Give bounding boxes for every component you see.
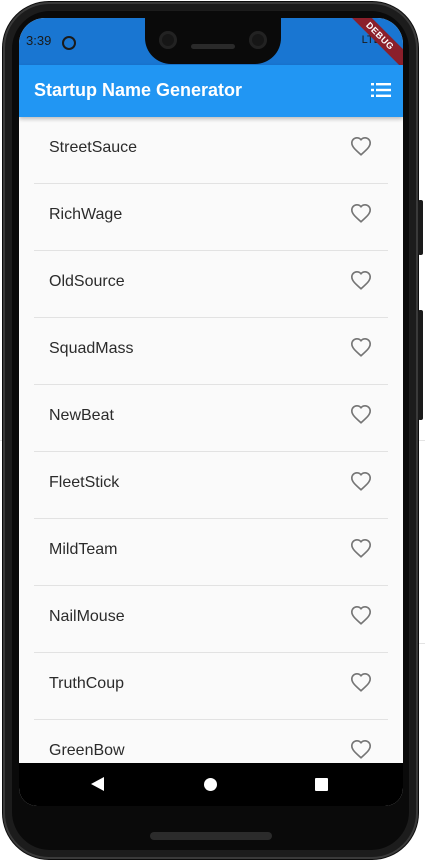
- heart-outline-icon[interactable]: [350, 203, 372, 225]
- name-list: StreetSauce RichWage OldSource SquadMass…: [19, 117, 403, 786]
- list-item-label: TruthCoup: [49, 675, 124, 692]
- list-item[interactable]: NewBeat: [19, 385, 403, 451]
- front-camera-icon: [249, 31, 267, 49]
- list-item[interactable]: FleetStick: [19, 452, 403, 518]
- volume-button: [418, 310, 423, 420]
- device-screen: 3:39 LTE DEBUG Startup Name Generator St…: [19, 18, 403, 806]
- list-item-label: MildTeam: [49, 541, 118, 558]
- page-line: [418, 643, 425, 644]
- heart-outline-icon[interactable]: [350, 136, 372, 158]
- heart-outline-icon[interactable]: [350, 672, 372, 694]
- heart-outline-icon[interactable]: [350, 538, 372, 560]
- app-bar: Startup Name Generator: [19, 65, 403, 117]
- list-item[interactable]: NailMouse: [19, 586, 403, 652]
- list-item[interactable]: StreetSauce: [19, 117, 403, 183]
- home-icon[interactable]: [204, 778, 217, 791]
- data-saver-icon: [62, 36, 76, 50]
- heart-outline-icon[interactable]: [350, 739, 372, 761]
- list-item[interactable]: OldSource: [19, 251, 403, 317]
- list-item-label: RichWage: [49, 206, 123, 223]
- list-item-label: NewBeat: [49, 407, 114, 424]
- front-camera-icon: [159, 31, 177, 49]
- camera-notch: [145, 18, 281, 64]
- list-item-label: OldSource: [49, 273, 125, 290]
- list-item-label: FleetStick: [49, 474, 120, 491]
- page-title: Startup Name Generator: [34, 80, 243, 100]
- heart-outline-icon[interactable]: [350, 471, 372, 493]
- heart-outline-icon[interactable]: [350, 404, 372, 426]
- list-item[interactable]: MildTeam: [19, 519, 403, 585]
- list-item-label: StreetSauce: [49, 139, 138, 156]
- heart-outline-icon[interactable]: [350, 337, 372, 359]
- status-time: 3:39: [26, 33, 52, 48]
- heart-outline-icon[interactable]: [350, 270, 372, 292]
- back-icon[interactable]: [91, 777, 104, 791]
- list-item-label: SquadMass: [49, 340, 134, 357]
- list-icon[interactable]: [371, 82, 391, 98]
- system-nav-bar: [19, 763, 403, 806]
- earpiece-speaker: [191, 44, 235, 49]
- power-button: [418, 200, 423, 255]
- recents-icon[interactable]: [315, 778, 328, 791]
- page-line: [418, 440, 425, 441]
- list-item[interactable]: TruthCoup: [19, 653, 403, 719]
- list-item[interactable]: SquadMass: [19, 318, 403, 384]
- bottom-speaker: [150, 832, 272, 840]
- list-item-label: GreenBow: [49, 742, 125, 759]
- heart-outline-icon[interactable]: [350, 605, 372, 627]
- list-item[interactable]: RichWage: [19, 184, 403, 250]
- list-item-label: NailMouse: [49, 608, 125, 625]
